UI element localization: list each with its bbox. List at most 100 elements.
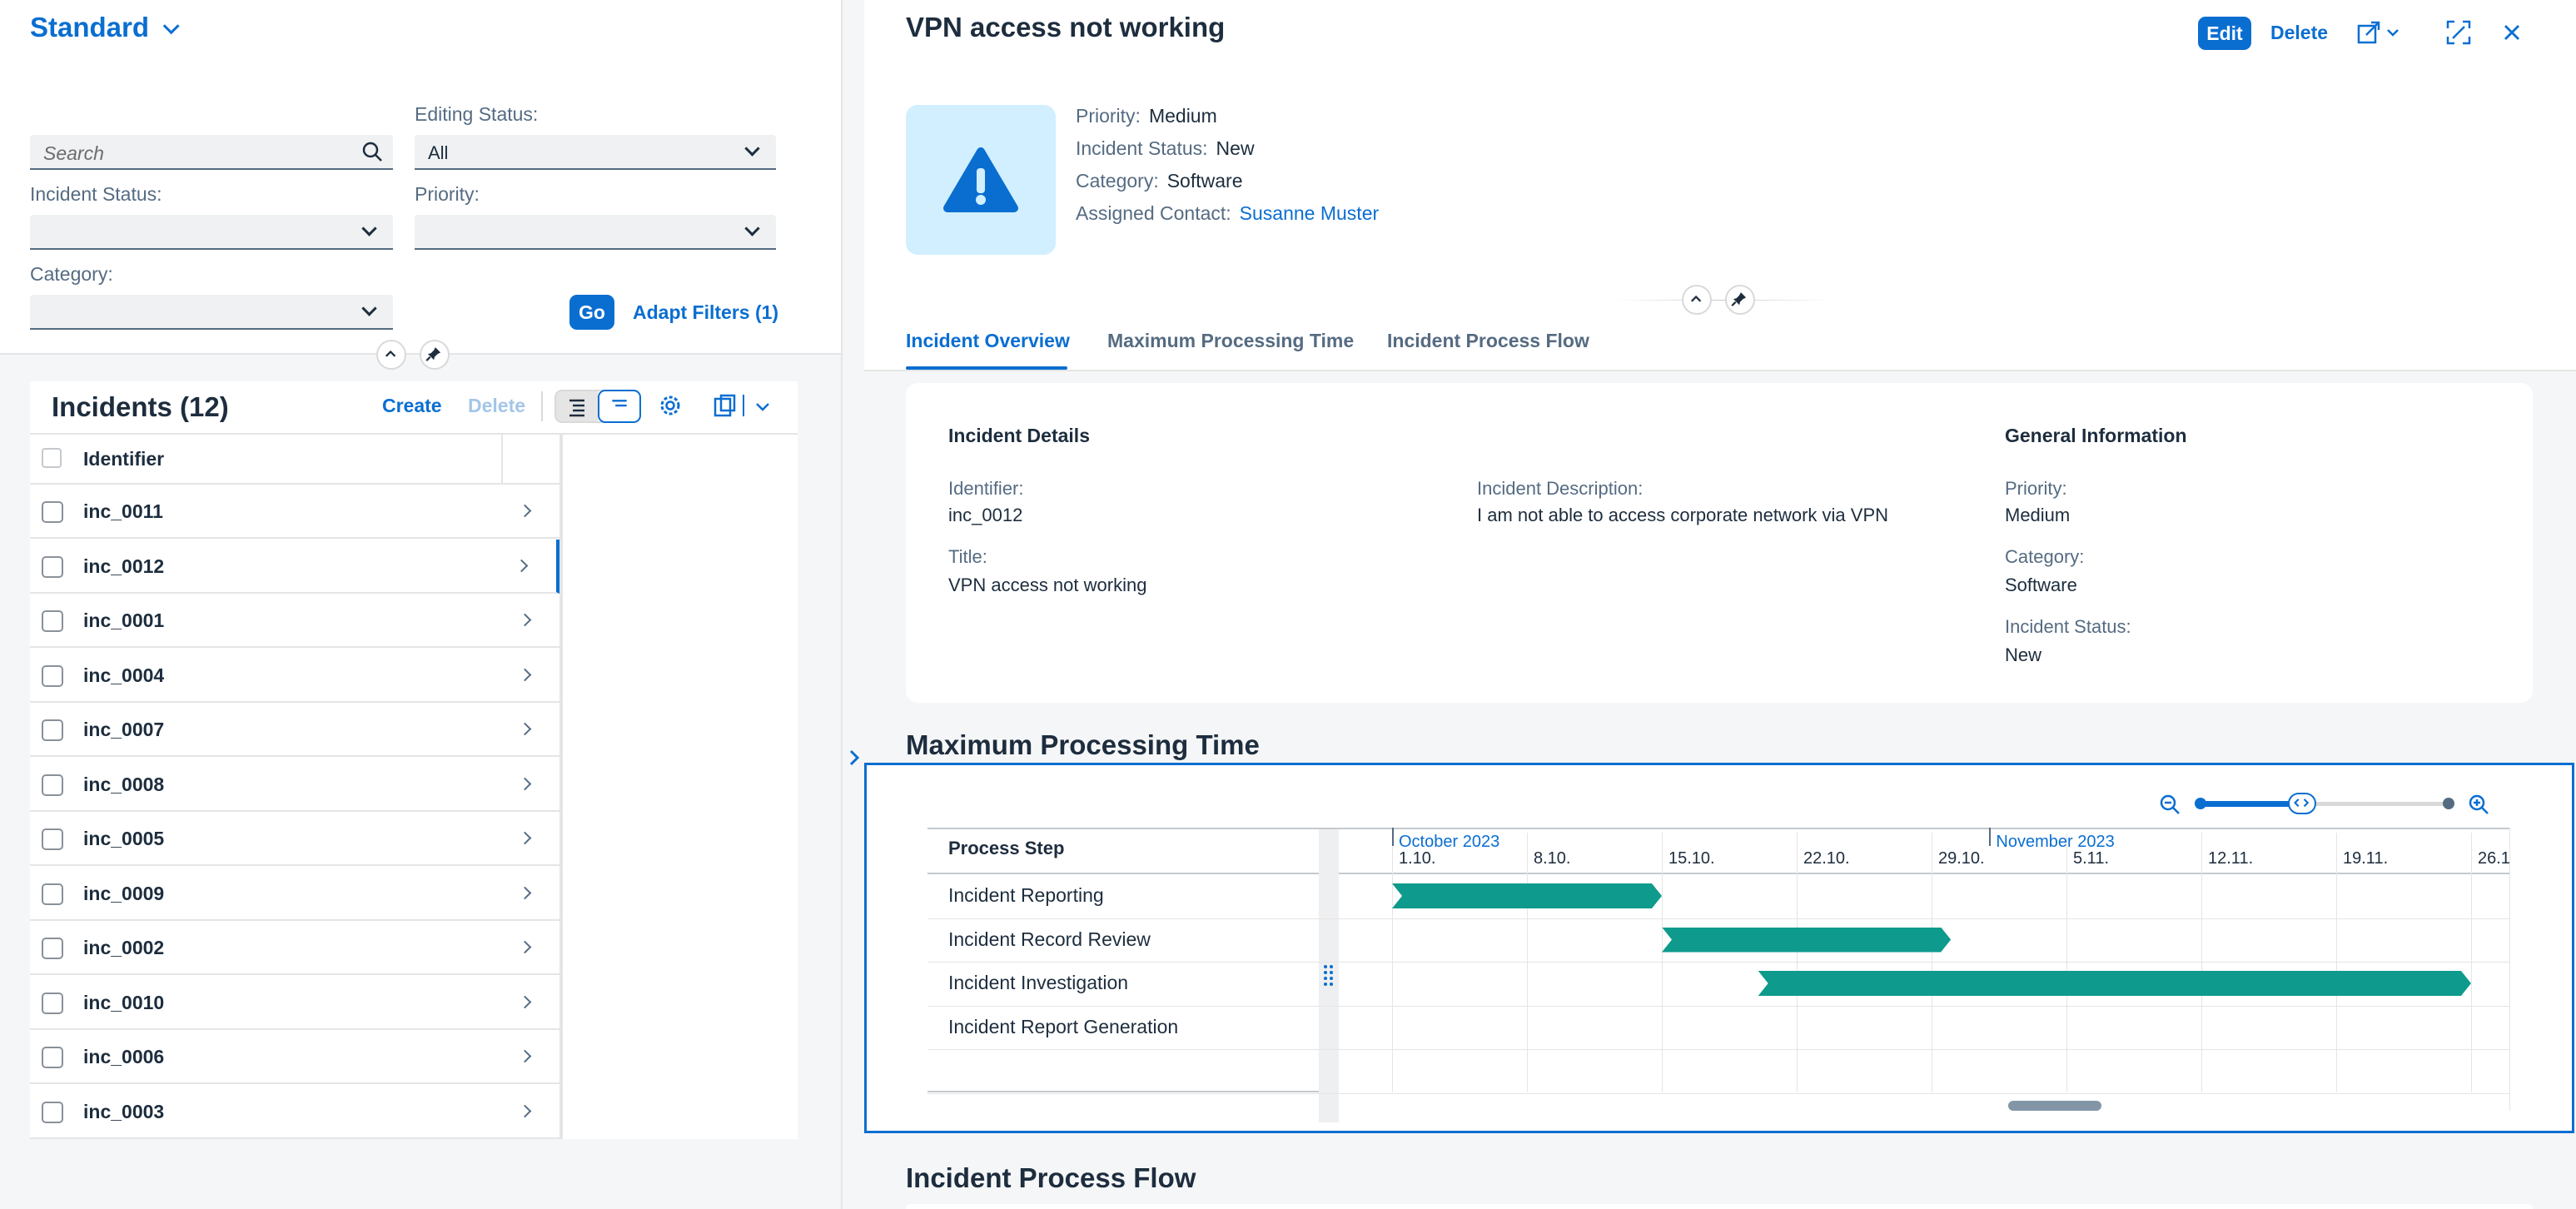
select-all-checkbox[interactable] xyxy=(42,448,62,468)
gantt-step-label: Incident Record Review xyxy=(948,928,1151,950)
table-row[interactable]: inc_0003 xyxy=(30,1084,559,1139)
chevron-down-icon xyxy=(2387,29,2399,37)
create-button[interactable]: Create xyxy=(382,395,442,417)
table-row[interactable]: inc_0001 xyxy=(30,594,559,648)
identifier-label: Identifier: xyxy=(948,478,1024,499)
gantt-bar[interactable] xyxy=(1758,971,2471,996)
table-row[interactable]: inc_0002 xyxy=(30,921,559,975)
table-row[interactable]: inc_0011 xyxy=(30,485,559,539)
title-value: VPN access not working xyxy=(948,575,1147,595)
table-row[interactable]: inc_0010 xyxy=(30,975,559,1030)
export-icon[interactable] xyxy=(711,391,739,420)
gantt-tick-label: 5.11. xyxy=(2073,849,2109,868)
zoom-in-icon[interactable] xyxy=(2467,793,2490,816)
tab-incident-process-flow[interactable]: Incident Process Flow xyxy=(1387,330,1589,352)
chevron-right-icon[interactable] xyxy=(518,613,532,627)
chevron-right-icon[interactable] xyxy=(518,886,532,899)
pin-object-header-button[interactable] xyxy=(1725,285,1755,315)
chevron-up-icon xyxy=(385,350,396,357)
pin-icon xyxy=(425,347,441,361)
chevron-right-icon[interactable] xyxy=(515,559,529,572)
chevron-right-icon[interactable] xyxy=(518,777,532,790)
chevron-right-icon[interactable] xyxy=(518,831,532,845)
chevron-right-icon[interactable] xyxy=(518,504,532,518)
editing-status-select[interactable]: All xyxy=(415,135,776,170)
gantt-week-line xyxy=(1797,833,1798,1092)
row-checkbox[interactable] xyxy=(42,1101,63,1123)
row-checkbox[interactable] xyxy=(42,774,63,796)
editing-status-value: All xyxy=(428,142,449,163)
gantt-step-label: Incident Report Generation xyxy=(948,1015,1179,1037)
row-checkbox[interactable] xyxy=(42,883,63,905)
tab-maximum-processing-time[interactable]: Maximum Processing Time xyxy=(1107,330,1354,352)
search-input[interactable]: Search xyxy=(30,135,393,170)
variant-selector[interactable]: Standard xyxy=(30,12,180,43)
fullscreen-icon[interactable] xyxy=(2444,18,2473,47)
header-attr-priority: Priority: Medium xyxy=(1076,105,1217,127)
collapse-header-button[interactable] xyxy=(376,340,406,370)
edit-button[interactable]: Edit xyxy=(2198,17,2251,50)
chevron-right-icon[interactable] xyxy=(518,1049,532,1063)
share-menu-button[interactable] xyxy=(2356,18,2403,48)
settings-icon[interactable] xyxy=(656,391,684,420)
zoom-slider[interactable] xyxy=(2195,793,2454,814)
row-checkbox[interactable] xyxy=(42,610,63,632)
zoom-slider-end xyxy=(2443,798,2454,809)
incident-status-select[interactable] xyxy=(30,215,393,250)
chevron-right-icon[interactable] xyxy=(518,1104,532,1117)
view-list-button[interactable] xyxy=(556,391,598,421)
zoom-slider-handle[interactable] xyxy=(2288,793,2316,814)
chevron-right-icon[interactable] xyxy=(518,668,532,681)
contact-link[interactable]: Susanne Muster xyxy=(1240,202,1379,224)
category-select[interactable] xyxy=(30,295,393,330)
gantt-bar[interactable] xyxy=(1662,928,1951,953)
row-checkbox[interactable] xyxy=(42,555,63,578)
zoom-out-icon[interactable] xyxy=(2158,793,2181,816)
chevron-right-icon[interactable] xyxy=(518,940,532,954)
table-row[interactable]: inc_0007 xyxy=(30,703,559,757)
row-checkbox[interactable] xyxy=(42,501,63,523)
table-row[interactable]: inc_0005 xyxy=(30,812,559,866)
table-row[interactable]: inc_0006 xyxy=(30,1030,559,1084)
row-checkbox[interactable] xyxy=(42,938,63,959)
adapt-filters-button[interactable]: Adapt Filters (1) xyxy=(633,301,778,324)
row-identifier: inc_0006 xyxy=(83,1046,165,1067)
row-checkbox[interactable] xyxy=(42,719,63,741)
view-split-button[interactable] xyxy=(598,390,641,423)
row-checkbox[interactable] xyxy=(42,664,63,687)
search-icon[interactable] xyxy=(361,141,383,162)
table-row[interactable]: inc_0012 xyxy=(30,539,559,594)
row-checkbox[interactable] xyxy=(42,992,63,1014)
chevron-down-icon[interactable] xyxy=(753,396,773,416)
table-row[interactable]: inc_0008 xyxy=(30,757,559,812)
delete-button-disabled[interactable]: Delete xyxy=(468,395,525,417)
row-checkbox[interactable] xyxy=(42,1047,63,1068)
grip-icon[interactable] xyxy=(1322,964,1335,986)
chevron-right-icon[interactable] xyxy=(518,722,532,736)
close-icon[interactable] xyxy=(2499,20,2524,45)
chevron-right-icon[interactable] xyxy=(518,995,532,1008)
chevron-right-icon[interactable] xyxy=(846,746,863,769)
column-identifier[interactable]: Identifier xyxy=(83,448,164,470)
chevron-up-icon xyxy=(1690,295,1702,302)
tab-incident-overview[interactable]: Incident Overview xyxy=(906,330,1070,352)
collapse-object-header-button[interactable] xyxy=(1682,285,1712,315)
view-toggle[interactable] xyxy=(554,390,641,423)
delete-button[interactable]: Delete xyxy=(2270,22,2328,44)
go-button[interactable]: Go xyxy=(569,295,614,330)
gantt-horizontal-scrollbar[interactable] xyxy=(2008,1101,2101,1111)
table-row[interactable]: inc_0004 xyxy=(30,648,559,703)
row-identifier: inc_0004 xyxy=(83,664,165,686)
table-row[interactable]: inc_0009 xyxy=(30,866,559,921)
row-checkbox[interactable] xyxy=(42,828,63,850)
gantt-bar[interactable] xyxy=(1392,883,1662,908)
incident-status-label: Incident Status: xyxy=(30,183,162,205)
toolbar-separator xyxy=(541,391,543,421)
priority-value: Medium xyxy=(1148,105,1217,127)
gantt-month-divider xyxy=(1392,828,1394,846)
pane-splitter[interactable] xyxy=(841,0,864,1209)
pin-header-button[interactable] xyxy=(420,340,450,370)
priority-select[interactable] xyxy=(415,215,776,250)
general-category-value: Software xyxy=(2005,575,2077,595)
gantt-week-line xyxy=(2066,833,2067,1092)
